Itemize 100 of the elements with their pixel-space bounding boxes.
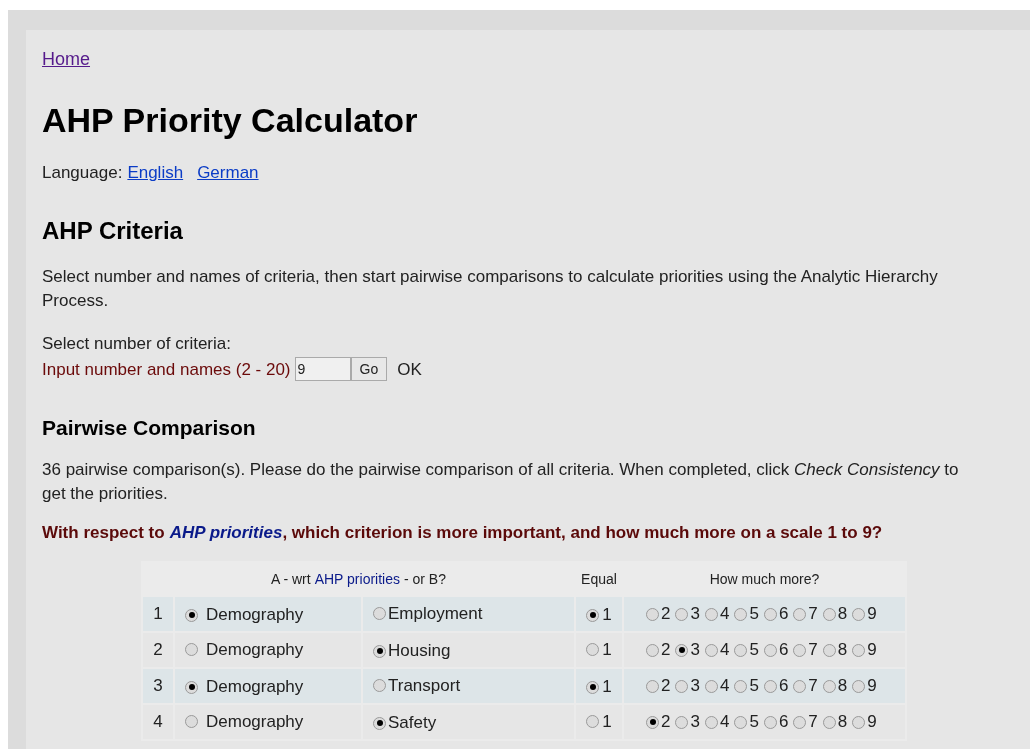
radio-button[interactable] — [373, 606, 386, 620]
radio-button[interactable] — [185, 608, 198, 622]
radio-button[interactable] — [586, 714, 600, 728]
radio-button[interactable] — [675, 643, 689, 657]
header-text: - or B? — [404, 569, 446, 589]
option-label: 8 — [837, 639, 848, 662]
radio-button[interactable] — [763, 607, 777, 621]
option-label: 2 — [661, 603, 671, 626]
radio-button[interactable] — [822, 679, 836, 693]
header-text: A - wrt — [271, 569, 311, 589]
radio-button[interactable] — [852, 643, 866, 657]
option-label: Demography — [206, 710, 304, 733]
radio-button[interactable] — [586, 680, 600, 694]
radio-button[interactable] — [852, 607, 866, 621]
radio-button[interactable] — [185, 680, 198, 694]
option-label: 2 — [661, 639, 671, 662]
radio-button[interactable] — [793, 715, 807, 729]
radio-button[interactable] — [675, 715, 689, 729]
go-button[interactable]: Go — [350, 357, 388, 382]
radio-button[interactable] — [646, 679, 659, 693]
radio-button[interactable] — [793, 679, 807, 693]
option-label: 6 — [778, 603, 789, 626]
option-label: 5 — [749, 675, 759, 698]
radio-button[interactable] — [763, 679, 777, 693]
select-label: Select number of criteria: — [42, 333, 232, 355]
input-label: Input number and names (2 - 20) — [42, 358, 291, 381]
radio-button[interactable] — [734, 643, 748, 657]
radio-button[interactable] — [763, 715, 777, 729]
option-label: 3 — [690, 711, 700, 734]
language-link[interactable]: German — [197, 159, 259, 185]
language-link[interactable]: English — [127, 159, 184, 185]
radio-button[interactable] — [185, 642, 198, 656]
option-label: 3 — [690, 675, 700, 698]
row-number: 4 — [143, 705, 173, 739]
option-label: Demography — [206, 676, 304, 699]
table-header: How much more? — [708, 569, 821, 589]
option-label: 9 — [867, 639, 877, 662]
option-label: Transport — [388, 674, 461, 697]
option-label: Demography — [206, 638, 304, 661]
radio-button[interactable] — [704, 715, 718, 729]
option-label: 8 — [837, 711, 848, 734]
option-label: 5 — [749, 639, 759, 662]
radio-button[interactable] — [734, 607, 748, 621]
radio-button[interactable] — [704, 643, 718, 657]
pairwise-description: 36 pairwise comparison(s). Please do the pairwise comparison of all criteria. When completed, click Check Consistency to get the priorities. — [42, 458, 960, 505]
radio-button[interactable] — [704, 607, 718, 621]
page-title: AHP Priority Calculator — [42, 100, 419, 141]
criteria-count-field[interactable]: 9 — [294, 357, 351, 382]
radio-button[interactable] — [185, 714, 198, 728]
section-heading: AHP Criteria — [42, 216, 184, 246]
option-label: 6 — [778, 675, 789, 698]
row-number: 1 — [143, 597, 173, 631]
option-label: 4 — [719, 675, 730, 698]
option-label: 9 — [867, 675, 877, 698]
status-text: OK — [397, 358, 422, 381]
option-label: 4 — [719, 603, 730, 626]
option-label: 8 — [837, 603, 848, 626]
option-label: 8 — [837, 675, 848, 698]
radio-button[interactable] — [822, 643, 836, 657]
radio-button[interactable] — [675, 679, 689, 693]
option-label: 1 — [602, 710, 612, 733]
criteria-description: Select number and names of criteria, then start pairwise comparisons to calculate priorities using the Analytic Hierarchy Process. — [42, 266, 939, 312]
radio-button[interactable] — [373, 644, 386, 658]
goal-text: AHP priorities — [169, 521, 283, 544]
option-label: 6 — [778, 639, 789, 662]
radio-button[interactable] — [793, 643, 807, 657]
option-label: 7 — [808, 603, 818, 626]
radio-button[interactable] — [793, 607, 807, 621]
radio-button[interactable] — [646, 607, 659, 621]
radio-button[interactable] — [822, 715, 836, 729]
radio-button[interactable] — [373, 716, 386, 730]
option-label: 7 — [808, 711, 818, 734]
option-label: 3 — [690, 603, 700, 626]
radio-button[interactable] — [586, 642, 600, 656]
radio-button[interactable] — [734, 679, 748, 693]
option-label: 1 — [602, 676, 612, 699]
option-label: 1 — [602, 638, 612, 661]
option-label: 9 — [867, 711, 877, 734]
option-label: Employment — [388, 602, 483, 625]
radio-button[interactable] — [763, 643, 777, 657]
question-text: , which criterion is more important, and how much more on a scale 1 to 9? — [282, 521, 883, 544]
option-label: 2 — [661, 711, 671, 734]
radio-button[interactable] — [646, 715, 659, 729]
radio-button[interactable] — [852, 715, 866, 729]
radio-button[interactable] — [675, 607, 689, 621]
option-label: 4 — [719, 711, 730, 734]
home-link[interactable]: Home — [42, 49, 90, 69]
radio-button[interactable] — [822, 607, 836, 621]
radio-button[interactable] — [646, 643, 659, 657]
radio-button[interactable] — [373, 678, 386, 692]
row-number: 2 — [143, 633, 173, 667]
question-text: With respect to — [42, 521, 165, 544]
radio-button[interactable] — [734, 715, 748, 729]
section-heading: Pairwise Comparison — [42, 415, 257, 441]
option-label: 7 — [808, 639, 818, 662]
radio-button[interactable] — [704, 679, 718, 693]
radio-button[interactable] — [586, 608, 600, 622]
option-label: 5 — [749, 711, 759, 734]
option-label: 5 — [749, 603, 759, 626]
radio-button[interactable] — [852, 679, 866, 693]
